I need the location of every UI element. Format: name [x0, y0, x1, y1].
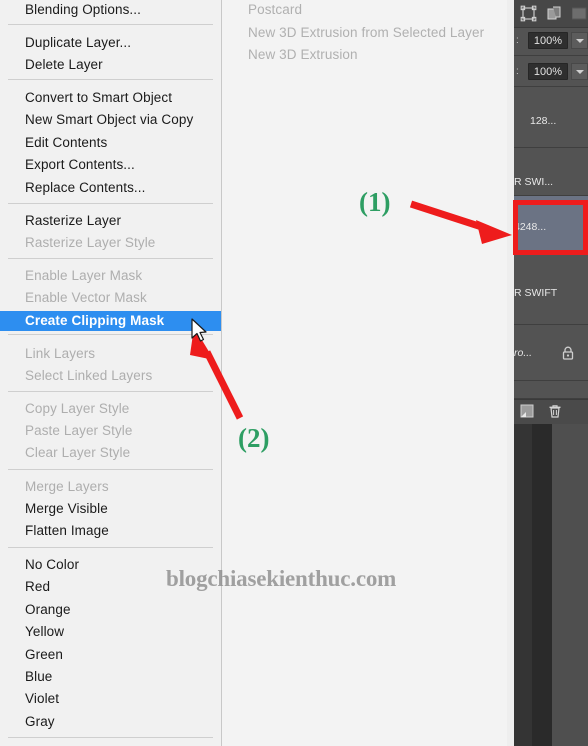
new-layer-icon[interactable]	[520, 404, 534, 418]
menu-item-violet[interactable]: Violet	[0, 689, 221, 709]
layer-context-menu: Blending Options... Duplicate Layer... D…	[0, 0, 222, 746]
menu-separator	[8, 24, 213, 25]
menu-item-blending-options[interactable]: Blending Options...	[0, 0, 221, 20]
fill-value[interactable]: 100%	[528, 63, 568, 80]
menu-item-merge-visible[interactable]: Merge Visible	[0, 499, 221, 519]
layer-row-locked[interactable]: ro...	[514, 325, 588, 381]
submenu-item-postcard[interactable]: Postcard	[248, 2, 302, 17]
opacity-value[interactable]: 100%	[528, 32, 568, 49]
menu-item-duplicate-layer[interactable]: Duplicate Layer...	[0, 33, 221, 53]
layer-row[interactable]: 128...	[514, 90, 588, 148]
menu-item-select-linked-layers: Select Linked Layers	[25, 368, 153, 383]
layer-name: R SWI...	[514, 176, 554, 188]
layer-row-empty	[514, 381, 588, 399]
screenshot-root: Postcard New 3D Extrusion from Selected …	[0, 0, 588, 746]
delete-layer-icon[interactable]	[547, 403, 563, 419]
submenu-3d-panel: Postcard New 3D Extrusion from Selected …	[222, 0, 514, 746]
menu-separator	[8, 469, 213, 470]
submenu-item-new-3d-extrusion[interactable]: New 3D Extrusion	[248, 47, 358, 62]
menu-item-create-clipping-mask[interactable]: Create Clipping Mask	[0, 311, 221, 331]
annotation-red-box-selected-layer	[513, 200, 588, 255]
menu-item-rasterize-layer[interactable]: Rasterize Layer	[0, 211, 221, 231]
menu-separator	[8, 391, 213, 392]
menu-item-gray[interactable]: Gray	[0, 712, 221, 732]
menu-separator	[8, 737, 213, 738]
menu-item-paste-layer-style: Paste Layer Style	[25, 423, 133, 438]
menu-item-edit-contents[interactable]: Edit Contents	[0, 133, 221, 153]
submenu-item-new-3d-extrusion-from-selected-layer[interactable]: New 3D Extrusion from Selected Layer	[248, 25, 484, 40]
panel-left-gutter	[507, 0, 514, 746]
dark-stripe	[514, 424, 532, 746]
transform-box-icon[interactable]	[520, 5, 537, 22]
menu-separator	[8, 334, 213, 335]
layer-name: 128...	[530, 115, 557, 127]
menu-item-export-contents[interactable]: Export Contents...	[0, 155, 221, 175]
fill-row: : 100%	[514, 59, 588, 87]
document-window-dark-area	[514, 424, 588, 746]
menu-item-merge-layers: Merge Layers	[25, 479, 109, 494]
menu-item-blue[interactable]: Blue	[0, 667, 221, 687]
layer-name: ro...	[514, 347, 533, 359]
lock-icon	[562, 346, 574, 360]
chevron-down-icon	[576, 70, 584, 74]
watermark-text: blogchiasekienthuc.com	[166, 566, 397, 591]
menu-item-orange[interactable]: Orange	[0, 600, 221, 620]
annotation-step-2-label: (2)	[238, 423, 270, 453]
menu-item-copy-layer-style: Copy Layer Style	[25, 401, 130, 416]
duplicate-layers-icon[interactable]	[546, 5, 563, 22]
fill-label: :	[516, 66, 519, 77]
menu-separator	[8, 547, 213, 548]
menu-item-convert-to-smart-object[interactable]: Convert to Smart Object	[0, 88, 221, 108]
menu-item-link-layers: Link Layers	[25, 346, 96, 361]
dark-stripe	[532, 424, 552, 746]
mouse-cursor	[191, 318, 207, 342]
menu-item-enable-layer-mask: Enable Layer Mask	[25, 268, 143, 283]
fill-dropdown-button[interactable]	[571, 63, 588, 80]
menu-item-rasterize-layer-style: Rasterize Layer Style	[25, 235, 156, 250]
dark-stripe	[552, 424, 588, 746]
menu-item-flatten-image[interactable]: Flatten Image	[0, 521, 221, 541]
menu-item-delete-layer[interactable]: Delete Layer	[0, 55, 221, 75]
menu-item-green[interactable]: Green	[0, 645, 221, 665]
menu-item-enable-vector-mask: Enable Vector Mask	[25, 290, 147, 305]
menu-separator	[8, 258, 213, 259]
menu-item-clear-layer-style: Clear Layer Style	[25, 445, 131, 460]
layers-panel-bottom-bar	[514, 399, 588, 424]
layer-row[interactable]: R SWI...	[514, 148, 588, 196]
chevron-down-icon	[576, 39, 584, 43]
layer-row[interactable]: R SWIFT	[514, 254, 588, 325]
menu-item-replace-contents[interactable]: Replace Contents...	[0, 178, 221, 198]
menu-separator	[8, 203, 213, 204]
opacity-row: : 100%	[514, 28, 588, 56]
layer-name: R SWIFT	[514, 287, 558, 299]
panel-menu-icon[interactable]	[571, 5, 588, 22]
menu-item-yellow[interactable]: Yellow	[0, 622, 221, 642]
menu-separator	[8, 79, 213, 80]
menu-item-new-smart-object-via-copy[interactable]: New Smart Object via Copy	[0, 110, 221, 130]
opacity-dropdown-button[interactable]	[571, 32, 588, 49]
layers-panel-toolbar	[514, 0, 588, 28]
annotation-step-1-label: (1)	[359, 187, 391, 217]
opacity-label: :	[516, 35, 519, 46]
